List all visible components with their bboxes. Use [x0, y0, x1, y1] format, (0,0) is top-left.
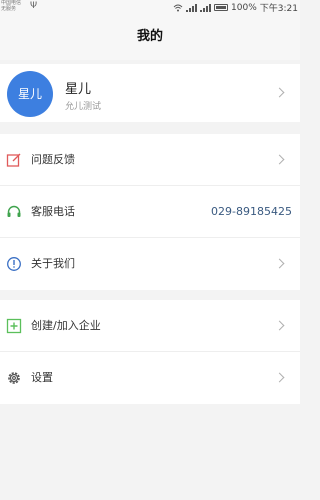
feedback-label: 问题反馈: [31, 153, 75, 166]
menu-group-account: 创建/加入企业 设置: [0, 300, 300, 404]
carrier-status: 无服务: [1, 6, 17, 12]
service-phone-label: 客服电话: [31, 205, 75, 218]
user-name: 星儿: [65, 82, 92, 97]
clock: 下午3:21: [259, 4, 298, 14]
enterprise-label: 创建/加入企业: [31, 319, 101, 332]
page-title: 我的: [136, 29, 163, 44]
edit-icon: [6, 153, 21, 167]
status-icons: 100% 下午3:21: [173, 1, 298, 14]
battery-level: 100%: [231, 2, 257, 13]
gear-icon: [8, 372, 20, 384]
chevron-right-icon: [274, 372, 285, 383]
chevron-right-icon: [274, 258, 285, 269]
about-label: 关于我们: [31, 257, 75, 270]
chevron-right-icon: [274, 154, 285, 165]
signal-icon: [186, 3, 198, 12]
header: 我的: [0, 14, 300, 60]
status-bar: 中国电信 无服务 Ψ 100% 下午3:21: [0, 0, 300, 14]
settings-item[interactable]: 设置: [0, 352, 300, 404]
signal-icon-2: [200, 3, 212, 12]
about-item[interactable]: 关于我们: [0, 238, 300, 290]
chevron-right-icon: [274, 320, 285, 331]
battery-icon: [214, 4, 229, 11]
user-subtitle: 允儿测试: [65, 102, 102, 112]
menu-group-support: 问题反馈 客服电话 029-89185425 关于我们: [0, 134, 300, 290]
feedback-item[interactable]: 问题反馈: [0, 134, 300, 186]
service-phone-item[interactable]: 客服电话 029-89185425: [0, 186, 300, 238]
chevron-right-icon: [274, 87, 285, 98]
add-square-icon: [6, 318, 22, 334]
usb-icon: Ψ: [30, 1, 38, 11]
wifi-icon: [173, 4, 183, 11]
info-icon: [7, 257, 21, 271]
profile-card[interactable]: 星儿 星儿 允儿测试: [0, 64, 300, 122]
headset-icon: [7, 205, 21, 217]
carrier-info: 中国电信 无服务: [1, 0, 21, 12]
avatar: 星儿: [7, 71, 53, 117]
enterprise-item[interactable]: 创建/加入企业: [0, 300, 300, 352]
service-phone-number[interactable]: 029-89185425: [211, 204, 292, 220]
settings-label: 设置: [31, 371, 53, 384]
